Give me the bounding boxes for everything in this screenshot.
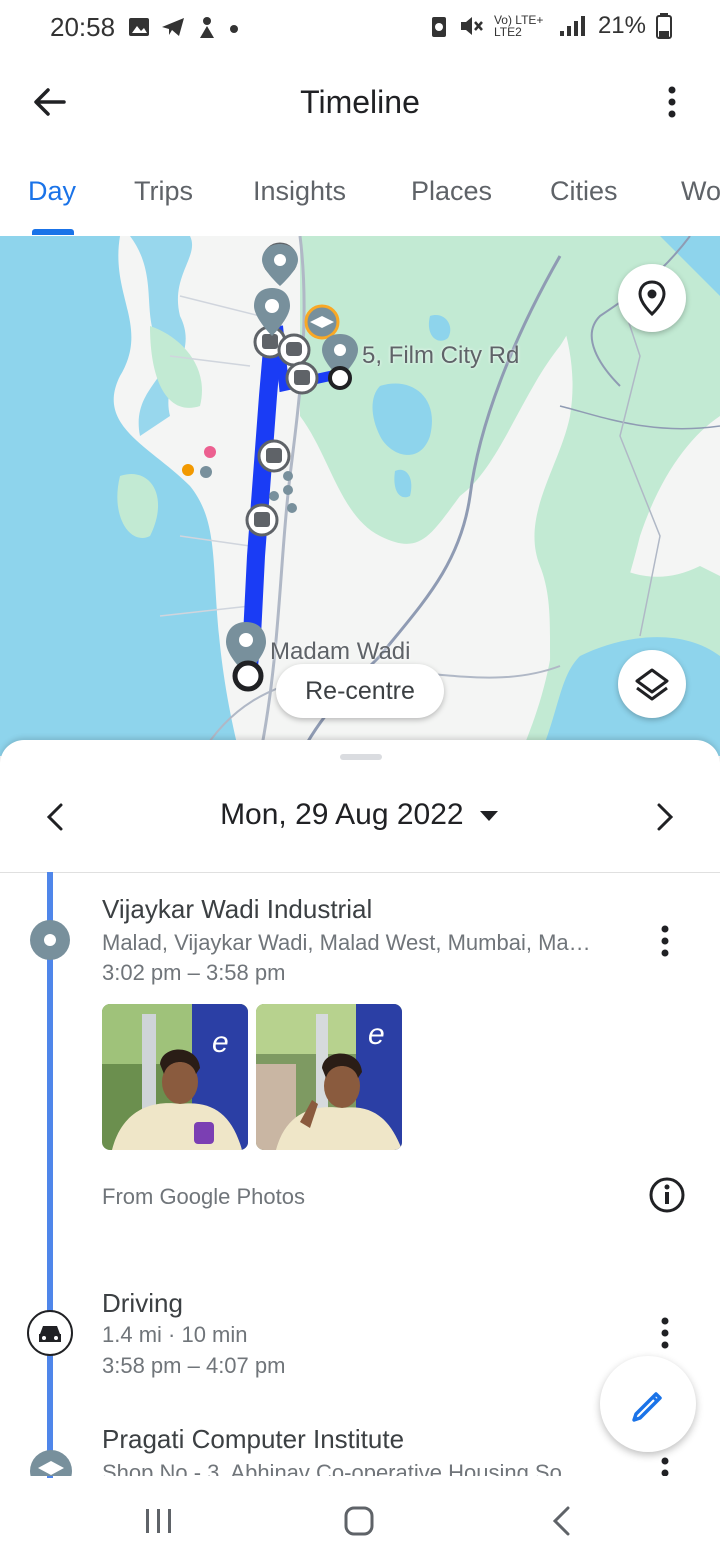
page-title: Timeline [300, 84, 420, 120]
activity-distance: 1.4 mi · 10 min [102, 1322, 248, 1347]
visit-address: Malad, Vijaykar Wadi, Malad West, Mumbai… [102, 930, 591, 955]
visit-title[interactable]: Vijaykar Wadi Industrial [102, 894, 372, 925]
more-options-icon[interactable] [654, 1316, 676, 1350]
transit-marker[interactable] [245, 503, 279, 537]
place-visit-icon [30, 920, 70, 960]
visit-title[interactable]: Pragati Computer Institute [102, 1424, 404, 1455]
more-options-icon[interactable] [654, 1456, 676, 1476]
app-bar: Timeline [0, 56, 720, 150]
chevron-right-icon[interactable] [654, 802, 676, 832]
dropdown-arrow-icon [479, 811, 498, 822]
mute-icon [460, 17, 483, 35]
more-options-icon[interactable] [654, 924, 676, 958]
school-marker[interactable] [304, 304, 340, 340]
school-icon [30, 1450, 72, 1476]
system-nav-bar [0, 1478, 720, 1560]
tab-insights[interactable]: Insights [253, 176, 346, 207]
person-icon [200, 17, 214, 38]
tab-bar: Day Trips Insights Places Cities Wo [0, 150, 720, 237]
tab-world[interactable]: Wo [681, 176, 720, 207]
tab-active-indicator [32, 229, 74, 235]
visit-time: 3:02 pm – 3:58 pm [102, 960, 286, 985]
date-text: Mon, 29 Aug 2022 [220, 798, 464, 831]
car-activity-icon [27, 1310, 73, 1356]
location-pin-button[interactable] [618, 264, 686, 332]
transit-marker[interactable] [257, 439, 291, 473]
status-time: 20:58 [50, 12, 116, 42]
graduation-cap-icon [38, 1461, 64, 1475]
status-bar: 20:58 Vo) LTE+ LTE2 21% [0, 0, 720, 56]
transit-marker[interactable] [277, 333, 311, 367]
gallery-icon [129, 18, 149, 36]
location-pin-icon [638, 280, 666, 316]
tab-day[interactable]: Day [28, 176, 76, 207]
photo-image: e [256, 1004, 402, 1150]
back-nav-icon[interactable] [548, 1504, 574, 1538]
info-icon[interactable] [648, 1176, 686, 1214]
dot-icon [230, 25, 238, 33]
activity-title[interactable]: Driving [102, 1288, 183, 1319]
recent-apps-icon[interactable] [142, 1506, 176, 1536]
network-label: Vo) LTE+ LTE2 [493, 13, 544, 39]
tab-cities[interactable]: Cities [550, 176, 618, 207]
photo-thumbnail[interactable]: e [102, 1004, 248, 1150]
date-label[interactable]: Mon, 29 Aug 2022 [0, 798, 720, 832]
photo-image: e [102, 1004, 248, 1150]
date-navigator: Mon, 29 Aug 2022 [0, 740, 720, 873]
photos-source-label: From Google Photos [102, 1184, 305, 1209]
layers-icon [635, 668, 669, 701]
car-icon [39, 1326, 61, 1342]
telegram-icon [162, 18, 184, 36]
svg-text:e: e [368, 1018, 385, 1051]
transit-marker[interactable] [285, 361, 319, 395]
map-label-madam-wadi: Madam Wadi [270, 638, 411, 665]
layers-button[interactable] [618, 650, 686, 718]
recentre-button[interactable]: Re-centre [276, 664, 444, 718]
map-label-film-city: 5, Film City Rd [362, 342, 520, 369]
timeline-track [47, 872, 53, 1478]
battery-percent: 21% [597, 12, 646, 39]
home-icon[interactable] [342, 1504, 376, 1538]
notification-icons [128, 16, 240, 40]
tab-trips[interactable]: Trips [134, 176, 193, 207]
svg-text:e: e [212, 1026, 229, 1059]
more-options-icon[interactable] [660, 84, 684, 120]
pencil-icon [632, 1392, 662, 1422]
visit-address: Shop No - 3, Abhinav Co-operative Housin… [102, 1460, 584, 1476]
battery-saver-icon [431, 17, 446, 37]
edit-fab-button[interactable] [600, 1356, 696, 1452]
status-right: Vo) LTE+ LTE2 21% [430, 12, 672, 40]
photo-thumbnail[interactable]: e [256, 1004, 402, 1150]
activity-time: 3:58 pm – 4:07 pm [102, 1353, 286, 1378]
signal-icon [559, 16, 585, 36]
battery-icon [656, 13, 672, 39]
tab-places[interactable]: Places [411, 176, 492, 207]
